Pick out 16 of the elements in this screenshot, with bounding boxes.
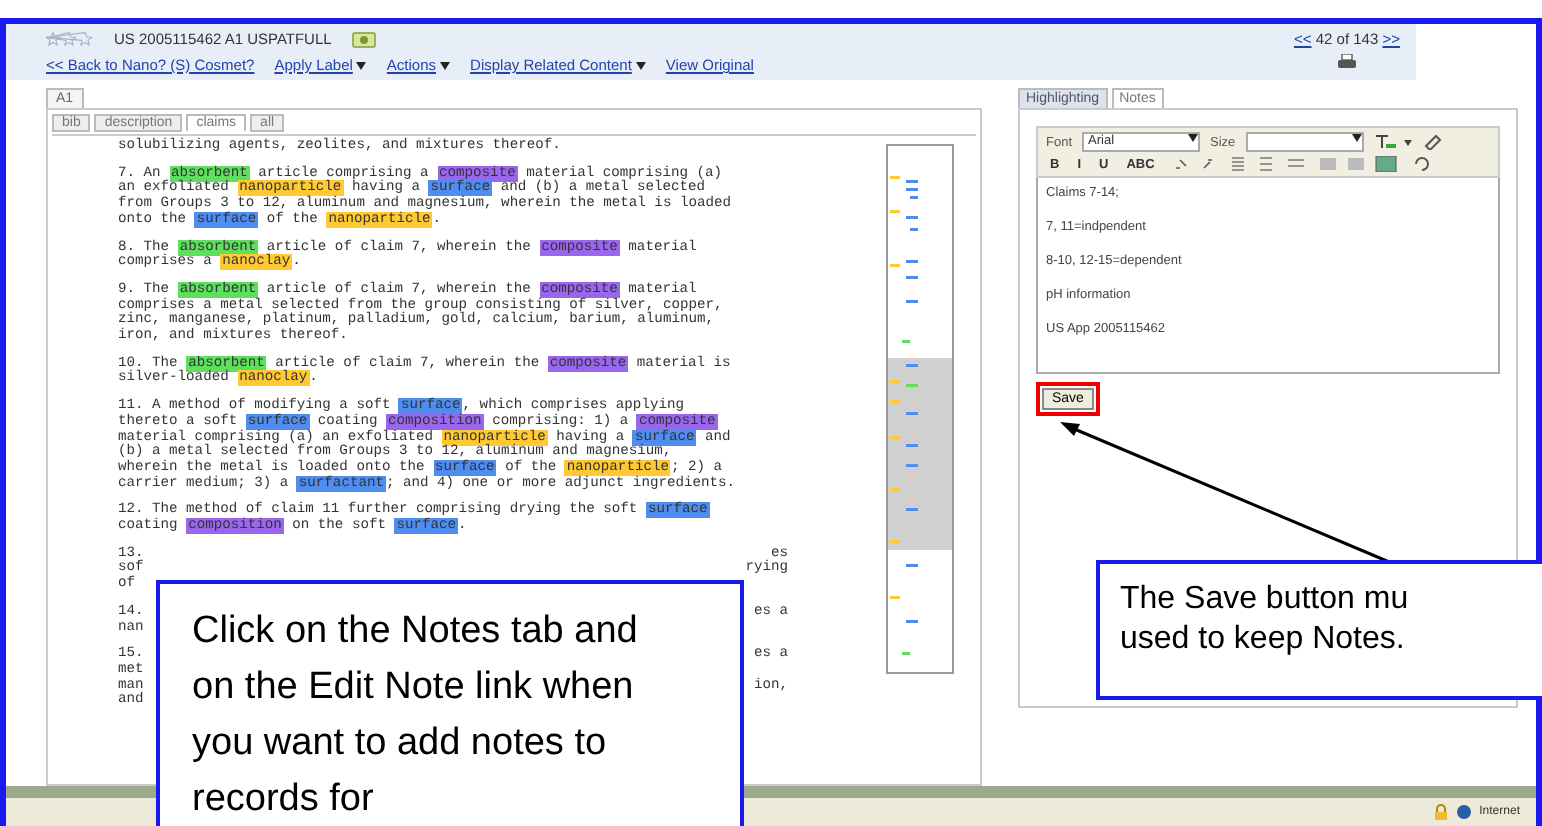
caret-icon: [356, 61, 367, 69]
text-color-icon[interactable]: [1373, 134, 1414, 150]
tag-icon[interactable]: [351, 31, 376, 47]
rating-stars-icon[interactable]: [46, 32, 94, 46]
size-select[interactable]: [1245, 132, 1364, 152]
lock-icon: [1433, 804, 1448, 820]
caret-icon: [440, 61, 451, 69]
callout-text: The Save button mu used to keep Notes.: [1096, 560, 1542, 700]
caret-icon: [1351, 134, 1362, 142]
printer-icon[interactable]: [1338, 54, 1356, 70]
caret-icon: [1188, 134, 1199, 142]
eraser-icon[interactable]: [1423, 134, 1442, 150]
caret-icon: [635, 61, 646, 69]
globe-icon: [1455, 804, 1472, 820]
callout-text: Click on the Notes tab and on the Edit Note link when you want to add notes to records for: [156, 580, 744, 826]
scroll-minimap[interactable]: [886, 144, 954, 674]
